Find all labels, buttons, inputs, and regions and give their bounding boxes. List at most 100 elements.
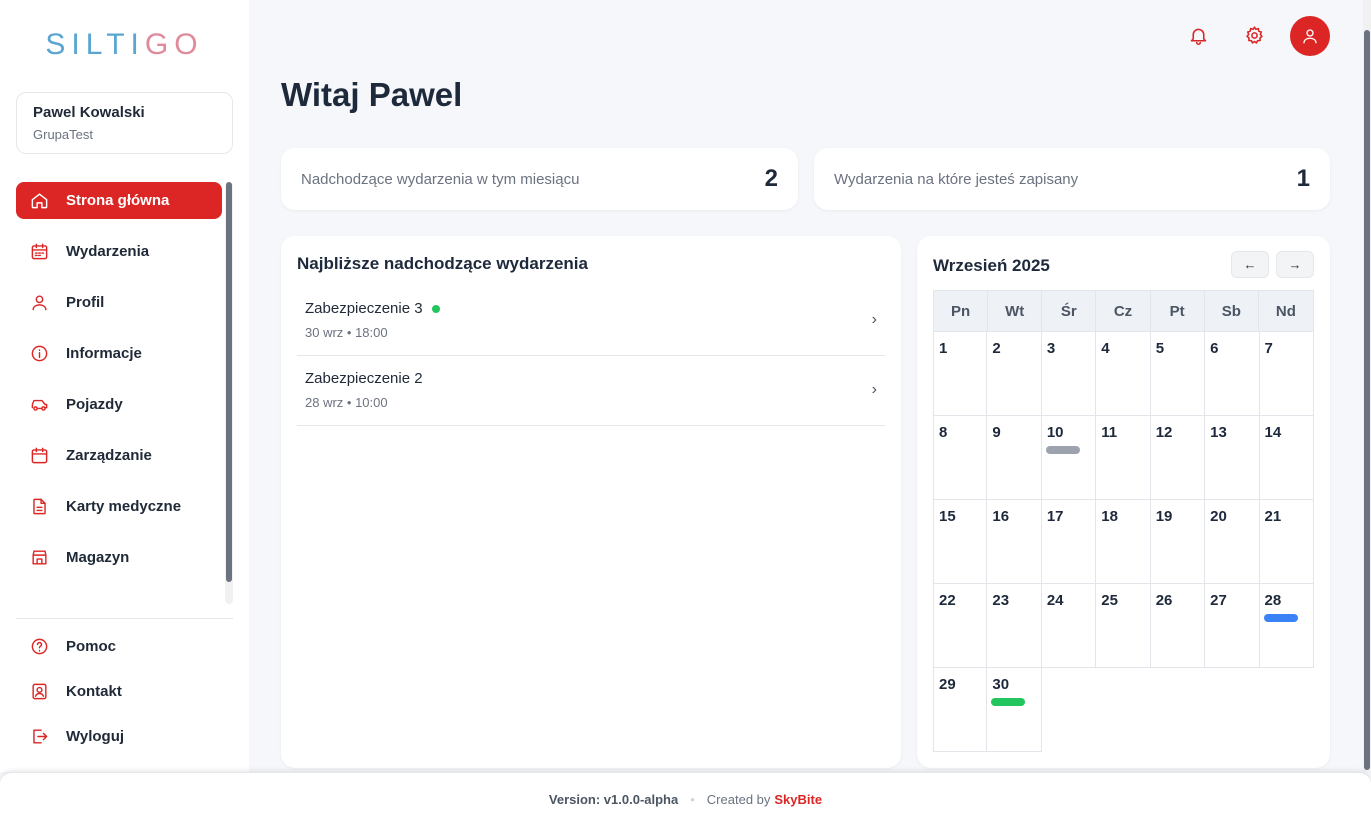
bell-icon[interactable] (1185, 22, 1211, 48)
weekday-header: Śr (1042, 291, 1097, 331)
calendar-day[interactable]: 25 (1096, 584, 1151, 668)
calendar-day-number: 29 (939, 676, 956, 693)
page-scrollbar[interactable] (1363, 0, 1371, 772)
calendar-day[interactable]: 27 (1205, 584, 1260, 668)
calendar-empty-cell (1205, 668, 1259, 752)
calendar-day-number: 3 (1046, 340, 1056, 357)
avatar[interactable] (1290, 16, 1330, 56)
calendar-day-number: 30 (992, 676, 1010, 693)
calendar-day[interactable]: 17 (1041, 500, 1097, 584)
sidebar-item-warehouse[interactable]: Magazyn (16, 539, 222, 576)
calendar-day[interactable]: 12 (1150, 416, 1206, 500)
brand-link[interactable]: SkyBite (774, 792, 822, 807)
calendar-day[interactable]: 13 (1205, 416, 1260, 500)
calendar-day[interactable]: 20 (1205, 500, 1260, 584)
stat-label: Wydarzenia na które jesteś zapisany (834, 170, 1079, 188)
calendar-manage-icon (28, 445, 50, 467)
sidebar-item-label: Pomoc (66, 637, 117, 655)
calendar-day[interactable]: 18 (1096, 500, 1151, 584)
calendar-day[interactable]: 1 (933, 332, 988, 416)
calendar-day[interactable]: 22 (933, 584, 988, 668)
sidebar-item-profile[interactable]: Profil (16, 284, 222, 321)
calendar-day-number: 10 (1046, 424, 1064, 441)
footer: Version: v1.0.0-alpha • Created by SkyBi… (0, 772, 1371, 826)
sidebar-item-label: Profil (66, 294, 105, 311)
calendar-day[interactable]: 11 (1096, 416, 1151, 500)
calendar-day[interactable]: 4 (1096, 332, 1151, 416)
calendar-day[interactable]: 28 (1259, 584, 1314, 668)
event-item[interactable]: Zabezpieczenie 3 30 wrz • 18:00 › (297, 286, 885, 356)
calendar-day[interactable]: 23 (987, 584, 1042, 668)
calendar-day-number: 18 (1101, 508, 1118, 525)
sidebar-item-home[interactable]: Strona główna (16, 182, 222, 219)
chevron-right-icon: › (871, 381, 877, 398)
calendar-day[interactable]: 14 (1259, 416, 1314, 500)
calendar-day[interactable]: 24 (1041, 584, 1097, 668)
app-logo[interactable]: SILTIGO (0, 28, 249, 62)
version-text: Version: v1.0.0-alpha (548, 792, 679, 807)
calendar-grid: Pn Wt Śr Cz Pt Sb Nd 1 2 3 4 5 6 7 8 9 10 11 12 13 14 15 16 17… (933, 290, 1314, 752)
calendar-day[interactable]: 26 (1150, 584, 1206, 668)
calendar-day-number: 12 (1155, 424, 1173, 441)
sidebar-scrollbar[interactable] (225, 182, 233, 604)
stat-card-registered: Wydarzenia na które jesteś zapisany 1 (814, 148, 1330, 210)
calendar-empty-cell (1042, 668, 1096, 752)
calendar-empty-cell (1096, 668, 1150, 752)
sidebar-item-label: Magazyn (66, 549, 130, 566)
calendar-day[interactable]: 15 (933, 500, 988, 584)
sidebar-item-label: Pojazdy (66, 396, 123, 413)
sidebar-item-logout[interactable]: Wyloguj (16, 720, 233, 752)
calendar-icon (28, 241, 50, 263)
calendar-day[interactable]: 29 (933, 668, 988, 752)
calendar-day[interactable]: 16 (987, 500, 1042, 584)
calendar-day-number: 19 (1155, 508, 1173, 525)
sidebar-bottom-nav: Pomoc Kontakt Wyloguj (16, 630, 233, 765)
calendar-day[interactable]: 30 (987, 668, 1042, 752)
calendar-day[interactable]: 8 (933, 416, 988, 500)
calendar-day[interactable]: 5 (1150, 332, 1206, 416)
user-name: Pawel Kowalski (33, 104, 145, 121)
weekday-header: Sb (1205, 291, 1259, 331)
calendar-days: 1 2 3 4 5 6 7 8 9 10 11 12 13 14 15 16 17 18 19 20 21 22 23 24 2… (933, 332, 1314, 752)
calendar-day[interactable]: 10 (1041, 416, 1097, 500)
registered-status-dot (431, 304, 440, 313)
calendar-empty-cell (1260, 668, 1314, 752)
calendar-day-number: 23 (992, 592, 1010, 609)
calendar-day[interactable]: 21 (1259, 500, 1314, 584)
weekday-header: Cz (1096, 291, 1151, 331)
calendar-event-marker[interactable] (1045, 446, 1080, 454)
calendar-day-number: 20 (1210, 508, 1227, 525)
prev-month-button[interactable]: ← (1231, 251, 1269, 278)
calendar-day[interactable]: 6 (1205, 332, 1260, 416)
calendar-day[interactable]: 3 (1041, 332, 1097, 416)
sidebar-divider (16, 618, 233, 619)
sidebar-item-label: Zarządzanie (66, 447, 152, 464)
car-icon (28, 394, 50, 416)
next-month-button[interactable]: → (1276, 251, 1314, 278)
calendar-day[interactable]: 19 (1150, 500, 1206, 584)
event-item[interactable]: Zabezpieczenie 2 28 wrz • 10:00 › (297, 356, 885, 426)
calendar-day-number: 15 (939, 508, 956, 525)
calendar-day[interactable]: 9 (987, 416, 1042, 500)
gear-icon[interactable] (1241, 22, 1267, 48)
sidebar-item-medical-cards[interactable]: Karty medyczne (16, 488, 222, 525)
calendar-panel: Wrzesień 2025 ← → Pn Wt Śr Cz Pt Sb Nd 1234567… (917, 236, 1330, 768)
calendar-day[interactable]: 2 (987, 332, 1042, 416)
sidebar-item-info[interactable]: Informacje (16, 335, 222, 372)
calendar-event-marker[interactable] (1263, 614, 1298, 622)
sidebar-item-vehicles[interactable]: Pojazdy (16, 386, 222, 423)
sidebar-item-contact[interactable]: Kontakt (16, 675, 233, 707)
sidebar-item-management[interactable]: Zarządzanie (16, 437, 222, 474)
sidebar-item-events[interactable]: Wydarzenia (16, 233, 222, 270)
calendar-event-marker[interactable] (991, 698, 1026, 706)
contact-icon (28, 680, 50, 702)
calendar-empty-cell (1151, 668, 1205, 752)
event-name: Zabezpieczenie 2 (305, 370, 423, 387)
calendar-day-number: 2 (992, 340, 1001, 357)
sidebar-item-help[interactable]: Pomoc (16, 630, 233, 662)
user-card[interactable]: Pawel Kowalski GrupaTest (16, 92, 233, 154)
calendar-day[interactable]: 7 (1259, 332, 1314, 416)
calendar-day-number: 9 (992, 424, 1001, 441)
calendar-title: Wrzesień 2025 (933, 256, 1050, 275)
calendar-day-number: 22 (939, 592, 956, 609)
